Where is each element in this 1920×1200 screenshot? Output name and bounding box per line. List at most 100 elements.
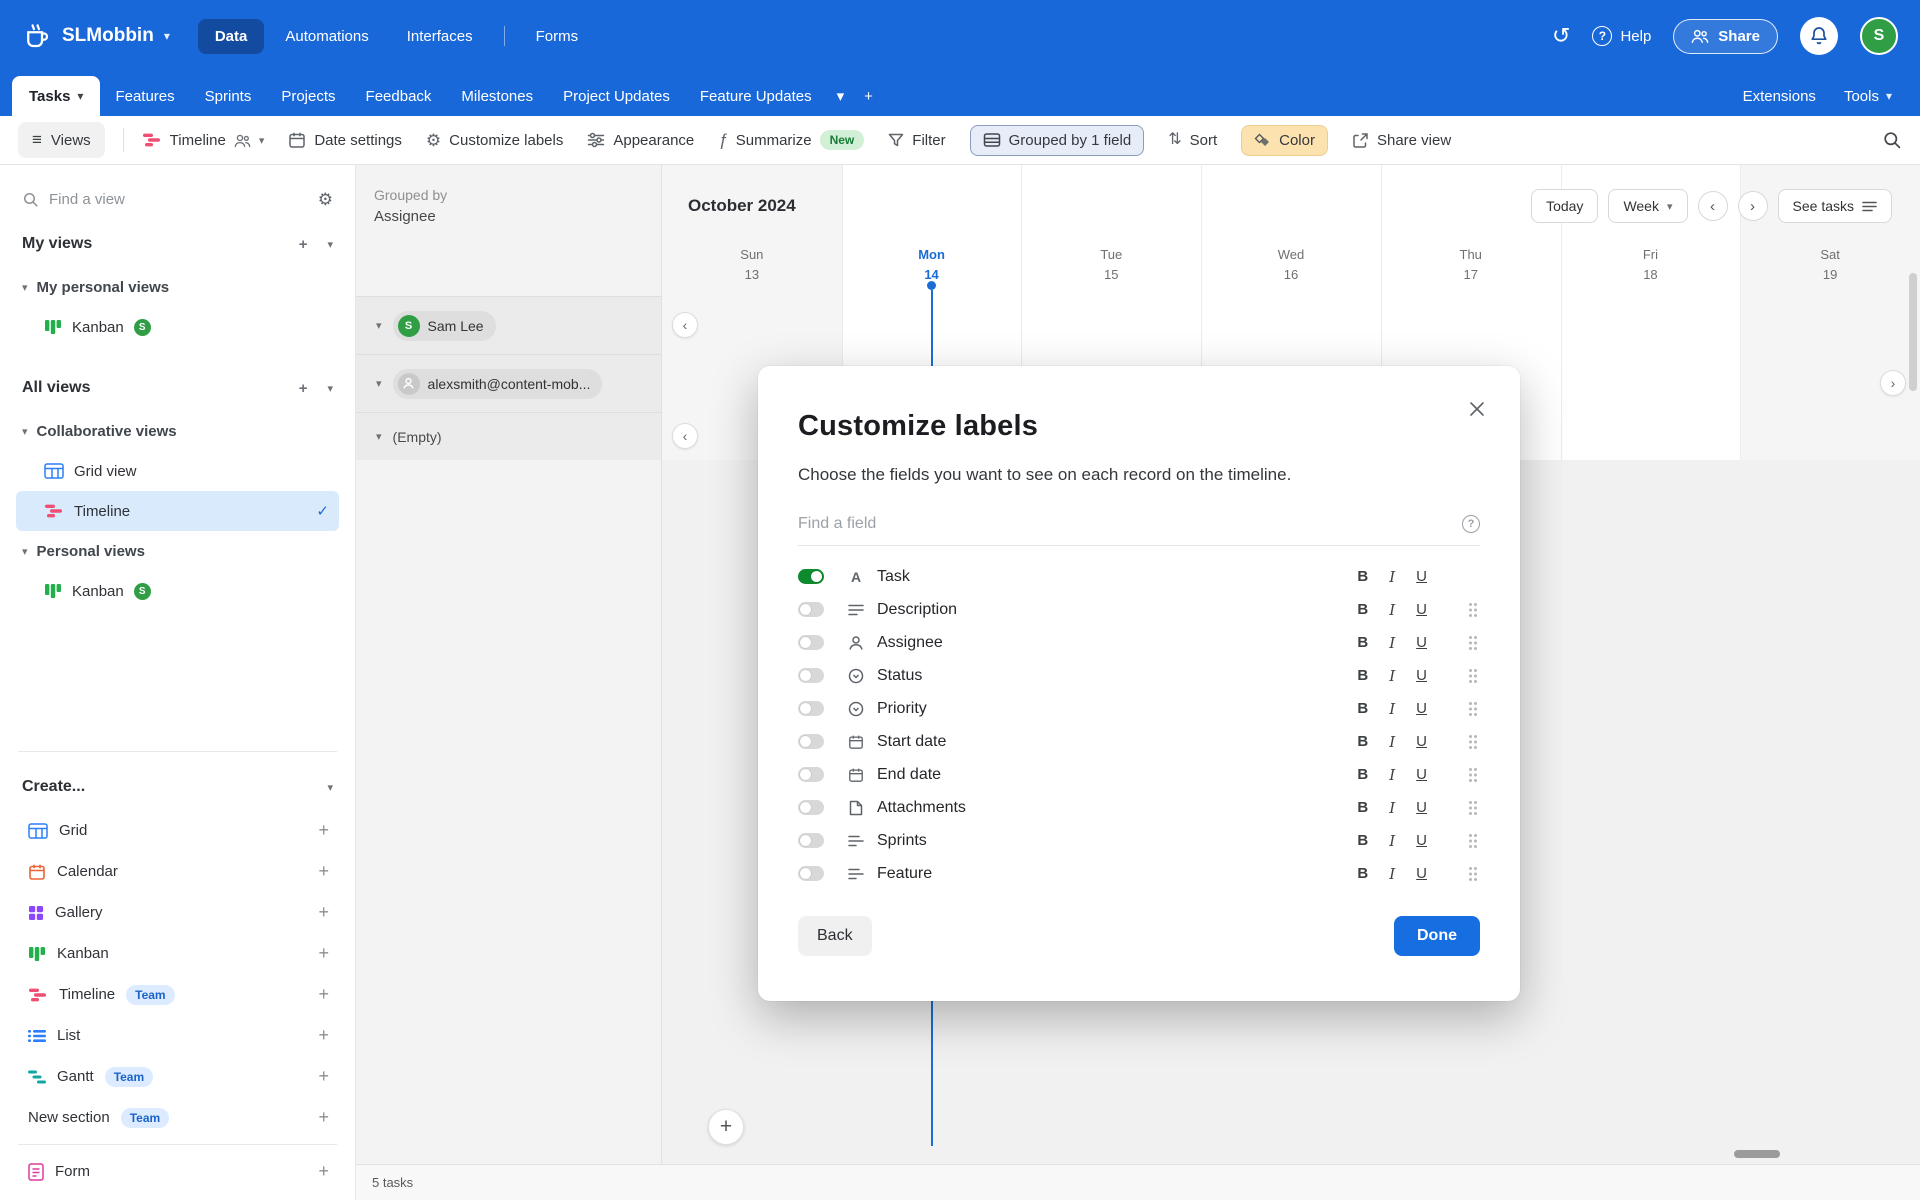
- plus-icon[interactable]: +: [318, 984, 329, 1005]
- find-field-input[interactable]: [798, 515, 1452, 533]
- add-record-button[interactable]: +: [708, 1109, 744, 1145]
- bold-button[interactable]: B: [1357, 766, 1368, 783]
- drag-handle-icon[interactable]: [1468, 602, 1480, 618]
- add-table-button[interactable]: +: [854, 76, 883, 116]
- create-item-timeline[interactable]: Timeline Team +: [16, 974, 339, 1015]
- view-settings-gear-icon[interactable]: ⚙: [318, 191, 333, 208]
- group-row-sam-lee[interactable]: ▾ S Sam Lee: [356, 296, 661, 354]
- tab-project-updates[interactable]: Project Updates: [548, 76, 685, 116]
- field-toggle[interactable]: [798, 569, 824, 584]
- create-item-gantt[interactable]: Gantt Team +: [16, 1056, 339, 1097]
- help-button[interactable]: ? Help: [1592, 26, 1651, 46]
- italic-button[interactable]: I: [1389, 799, 1395, 817]
- next-period-button[interactable]: ›: [1738, 191, 1768, 221]
- nav-item-forms[interactable]: Forms: [519, 19, 596, 54]
- tab-feature-updates[interactable]: Feature Updates: [685, 76, 827, 116]
- tab-projects[interactable]: Projects: [266, 76, 350, 116]
- underline-button[interactable]: U: [1416, 568, 1427, 585]
- field-toggle[interactable]: [798, 668, 824, 683]
- bold-button[interactable]: B: [1357, 799, 1368, 816]
- drag-handle-icon[interactable]: [1468, 800, 1480, 816]
- field-toggle[interactable]: [798, 602, 824, 617]
- back-button[interactable]: Back: [798, 916, 872, 956]
- plus-icon[interactable]: +: [318, 902, 329, 923]
- subsection-my-personal-views[interactable]: ▾ My personal views: [16, 267, 339, 307]
- italic-button[interactable]: I: [1389, 832, 1395, 850]
- sidebar-item-timeline[interactable]: Timeline ✓: [16, 491, 339, 531]
- underline-button[interactable]: U: [1416, 865, 1427, 882]
- sidebar-item-kanban-personal-2[interactable]: Kanban S: [16, 571, 339, 611]
- group-button[interactable]: Grouped by 1 field: [970, 125, 1145, 156]
- views-sidebar-toggle-button[interactable]: ≡ Views: [18, 122, 105, 158]
- italic-button[interactable]: I: [1389, 568, 1395, 586]
- plus-icon[interactable]: +: [318, 1025, 329, 1046]
- tools-button[interactable]: Tools ▾: [1844, 88, 1892, 105]
- field-toggle[interactable]: [798, 701, 824, 716]
- nav-item-data[interactable]: Data: [198, 19, 265, 54]
- sort-button[interactable]: ⇅ Sort: [1168, 132, 1217, 149]
- prev-period-button[interactable]: ‹: [1698, 191, 1728, 221]
- scroll-to-tasks-right-button[interactable]: ›: [1880, 370, 1906, 396]
- underline-button[interactable]: U: [1416, 700, 1427, 717]
- field-toggle[interactable]: [798, 767, 824, 782]
- drag-handle-icon[interactable]: [1468, 866, 1480, 882]
- field-toggle[interactable]: [798, 734, 824, 749]
- create-item-form[interactable]: Form +: [16, 1151, 339, 1192]
- plus-icon[interactable]: +: [318, 861, 329, 882]
- tab-feedback[interactable]: Feedback: [351, 76, 447, 116]
- underline-button[interactable]: U: [1416, 634, 1427, 651]
- italic-button[interactable]: I: [1389, 766, 1395, 784]
- field-toggle[interactable]: [798, 866, 824, 881]
- italic-button[interactable]: I: [1389, 601, 1395, 619]
- tab-tasks[interactable]: Tasks ▾: [12, 76, 100, 116]
- create-item-new-section[interactable]: New section Team +: [16, 1097, 339, 1138]
- extensions-button[interactable]: Extensions: [1743, 88, 1816, 105]
- group-row-alexsmith[interactable]: ▾ alexsmith@content-mob...: [356, 354, 661, 412]
- create-item-gallery[interactable]: Gallery +: [16, 892, 339, 933]
- subsection-personal-views[interactable]: ▾ Personal views: [16, 531, 339, 571]
- field-toggle[interactable]: [798, 800, 824, 815]
- share-view-button[interactable]: Share view: [1352, 132, 1451, 149]
- plus-icon[interactable]: +: [318, 1066, 329, 1087]
- horizontal-scrollbar[interactable]: [1734, 1150, 1780, 1158]
- customize-labels-button[interactable]: ⚙ Customize labels: [426, 132, 563, 149]
- drag-handle-icon[interactable]: [1468, 635, 1480, 651]
- create-item-grid[interactable]: Grid +: [16, 810, 339, 851]
- plus-icon[interactable]: +: [318, 820, 329, 841]
- collapse-chevron-icon[interactable]: ▾: [376, 319, 382, 332]
- nav-item-automations[interactable]: Automations: [268, 19, 385, 54]
- filter-button[interactable]: Filter: [888, 132, 945, 149]
- collapse-chevron-icon[interactable]: ▾: [327, 238, 333, 251]
- collapse-chevron-icon[interactable]: ▾: [327, 382, 333, 395]
- sidebar-item-grid-view[interactable]: Grid view: [16, 451, 339, 491]
- italic-button[interactable]: I: [1389, 700, 1395, 718]
- bold-button[interactable]: B: [1357, 601, 1368, 618]
- base-switcher[interactable]: SLMobbin ▾: [22, 21, 170, 51]
- color-button[interactable]: Color: [1241, 125, 1328, 156]
- bold-button[interactable]: B: [1357, 700, 1368, 717]
- italic-button[interactable]: I: [1389, 733, 1395, 751]
- bold-button[interactable]: B: [1357, 667, 1368, 684]
- italic-button[interactable]: I: [1389, 634, 1395, 652]
- notifications-button[interactable]: [1800, 17, 1838, 55]
- collapse-chevron-icon[interactable]: ▾: [376, 430, 382, 443]
- plus-icon[interactable]: +: [318, 1107, 329, 1128]
- underline-button[interactable]: U: [1416, 601, 1427, 618]
- drag-handle-icon[interactable]: [1468, 767, 1480, 783]
- search-button[interactable]: [1882, 130, 1902, 150]
- find-view-input[interactable]: [49, 191, 308, 208]
- close-icon[interactable]: [1464, 396, 1490, 422]
- plus-icon[interactable]: +: [318, 1161, 329, 1182]
- date-settings-button[interactable]: Date settings: [288, 131, 402, 149]
- scroll-to-tasks-left-button[interactable]: ‹: [672, 423, 698, 449]
- create-item-kanban[interactable]: Kanban +: [16, 933, 339, 974]
- drag-handle-icon[interactable]: [1468, 701, 1480, 717]
- bold-button[interactable]: B: [1357, 568, 1368, 585]
- italic-button[interactable]: I: [1389, 865, 1395, 883]
- underline-button[interactable]: U: [1416, 733, 1427, 750]
- summarize-button[interactable]: ƒ Summarize New: [718, 130, 864, 150]
- sidebar-item-kanban-personal[interactable]: Kanban S: [16, 307, 339, 347]
- bold-button[interactable]: B: [1357, 865, 1368, 882]
- add-view-icon[interactable]: +: [299, 380, 308, 397]
- tab-features[interactable]: Features: [100, 76, 189, 116]
